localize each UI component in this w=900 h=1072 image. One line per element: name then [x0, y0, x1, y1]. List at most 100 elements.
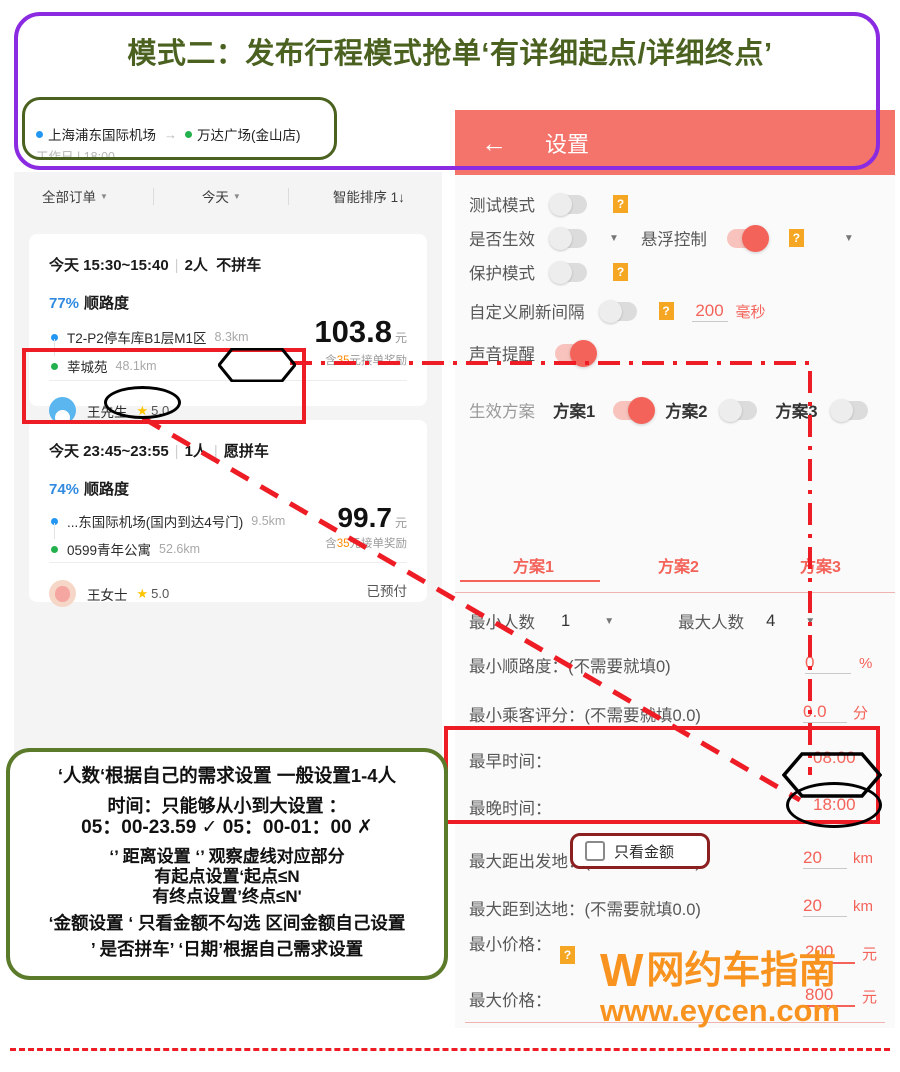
- max-dist-dest-value-row: 20 km: [803, 896, 873, 917]
- help-icon[interactable]: ?: [613, 263, 628, 281]
- trip-chip-row: 上海浦东国际机场 → 万达广场(金山店): [36, 124, 301, 144]
- earliest-time-input[interactable]: 08:00: [813, 748, 856, 768]
- setting-label: 最晚时间：: [469, 800, 552, 818]
- setting-label: 声音提醒: [469, 346, 535, 364]
- setting-row-min-rating: 最小乘客评分：(不需要就填0.0): [469, 702, 701, 726]
- setting-label: 最大人数: [678, 614, 745, 632]
- back-arrow-icon[interactable]: ←: [481, 130, 507, 156]
- min-match-input[interactable]: 0: [805, 653, 851, 674]
- order-card[interactable]: 今天 15:30~15:40 | 2人 不拼车 77% 顺路度 T2-P2停车库B1层…: [29, 234, 427, 424]
- trip-destination: 万达广场(金山店): [197, 128, 301, 143]
- checkbox-unchecked-icon[interactable]: [585, 841, 605, 861]
- min-price-unit: 元: [862, 945, 878, 963]
- watermark-row: W 网约车指南: [600, 947, 840, 993]
- tab-plan-1[interactable]: 方案1: [513, 553, 554, 577]
- toggle-float-control[interactable]: [726, 224, 769, 252]
- plan2-label: 方案2: [665, 403, 708, 421]
- note-line: 有终点设置’终点≤N': [152, 887, 302, 907]
- page-title-heading: 模式二：发布行程模式抢单‘有详细起点/详细终点’: [127, 38, 773, 70]
- order-match-pct: 77%: [49, 295, 80, 312]
- chevron-down-icon[interactable]: ▼: [609, 233, 619, 244]
- min-rating-value-row: 0.0 分: [803, 702, 868, 723]
- settings-app-header: ← 设置: [455, 110, 895, 175]
- chevron-down-icon[interactable]: ▼: [805, 616, 815, 627]
- plan3-label: 方案3: [775, 403, 818, 421]
- order-sep: |: [213, 443, 218, 460]
- plan-tabs: 方案1 方案2 方案3: [455, 553, 895, 593]
- note-line: 时间：只能够从小到大设置 ：: [107, 795, 347, 816]
- setting-label: 最早时间：: [469, 753, 552, 771]
- setting-label: 是否生效: [469, 231, 535, 249]
- toggle-plan-3[interactable]: [829, 398, 868, 422]
- filter-all-orders[interactable]: 全部订单 ▼: [42, 186, 108, 206]
- order-bonus-amount: 35: [336, 355, 350, 367]
- order-people: 1人: [184, 443, 208, 460]
- order-origin-row: ...东国际机场(国内到达4号门) 9.5km: [51, 511, 285, 531]
- filter-smart-sort-label: 智能排序 1↓: [332, 190, 405, 205]
- setting-label: 保护模式: [469, 265, 535, 283]
- min-people-value[interactable]: 1: [561, 612, 570, 631]
- settings-panel: ← 设置 测试模式 ? 是否生效 ▼ 悬浮控制 ? ▼ 保护模式 ? 自定义刷新…: [455, 110, 895, 1028]
- order-bonus-post: 元接单奖励: [349, 538, 408, 550]
- order-dest-distance: 52.6km: [159, 542, 201, 556]
- filter-today[interactable]: 今天 ▼: [202, 186, 241, 206]
- filter-divider: [152, 187, 154, 205]
- order-bonus-amount: 35: [336, 538, 350, 550]
- setting-label: 生效方案: [469, 403, 535, 421]
- setting-row-max-dist-dest: 最大距到达地：(不需要就填0.0): [469, 896, 701, 920]
- chevron-down-icon[interactable]: ▼: [844, 233, 854, 244]
- dest-dot-icon: [51, 545, 58, 553]
- setting-row-test-mode: 测试模式 ?: [469, 192, 628, 216]
- order-dest-distance: 48.1km: [115, 359, 157, 373]
- order-price: 103.8 元: [314, 314, 407, 350]
- min-rating-input[interactable]: 0.0: [803, 702, 847, 723]
- setting-row-active-plan: 生效方案 方案1 方案2 方案3: [469, 396, 868, 424]
- trip-origin: 上海浦东国际机场: [48, 128, 156, 143]
- setting-label: 悬浮控制: [640, 231, 707, 249]
- filter-today-label: 今天: [201, 190, 229, 205]
- chevron-down-icon: ▼: [232, 191, 241, 201]
- setting-row-min-people: 最小人数 1 ▼ 最大人数 4 ▼: [469, 609, 815, 633]
- order-card[interactable]: 今天 23:45~23:55 | 1人 | 愿拼车 74% 顺路度 ...东国际机场(国内…: [29, 420, 427, 607]
- order-people: 2人: [184, 257, 208, 274]
- help-icon[interactable]: ?: [560, 946, 575, 964]
- max-dist-origin-input[interactable]: 20: [803, 848, 847, 869]
- refresh-interval-input[interactable]: 200: [691, 301, 728, 322]
- toggle-protect-mode[interactable]: [549, 260, 587, 284]
- filter-smart-sort[interactable]: 智能排序 1↓: [333, 186, 405, 206]
- setting-row-max-price: 最大价格：: [469, 987, 552, 1011]
- order-filter-bar: 全部订单 ▼ 今天 ▼ 智能排序 1↓: [14, 172, 442, 220]
- plan1-label: 方案1: [553, 403, 596, 421]
- help-icon[interactable]: ?: [788, 229, 804, 247]
- origin-dot-icon: [36, 130, 43, 138]
- order-pool-type: 愿拼车: [223, 443, 269, 460]
- help-icon[interactable]: ?: [658, 302, 674, 320]
- order-bonus: 含35元接单奖励: [325, 535, 407, 551]
- order-bonus: 含35元接单奖励: [325, 352, 407, 368]
- bottom-dashed-separator: [10, 1048, 890, 1051]
- avatar: [49, 580, 76, 607]
- tab-plan-3[interactable]: 方案3: [800, 553, 841, 577]
- order-user-row: 王女士 ★ 5.0: [49, 580, 169, 607]
- max-people-value[interactable]: 4: [766, 612, 775, 631]
- toggle-plan-1[interactable]: [613, 396, 656, 424]
- only-amount-callout[interactable]: 只看金额: [570, 833, 710, 869]
- note-line: ’ 是否拼车’ ‘日期’根据自己需求设置: [90, 938, 364, 959]
- toggle-test-mode[interactable]: [549, 192, 587, 216]
- setting-row-min-match: 最小顺路度：(不需要就填0): [469, 653, 671, 677]
- latest-time-input[interactable]: 18:00: [813, 795, 856, 815]
- toggle-enabled[interactable]: [549, 226, 587, 250]
- toggle-refresh-interval[interactable]: [598, 299, 637, 323]
- notes-callout: ‘人数‘根据自己的需求设置 一般设置1-4人 时间：只能够从小到大设置 ： 05…: [6, 748, 448, 980]
- chevron-down-icon[interactable]: ▼: [604, 616, 614, 627]
- setting-row-enabled: 是否生效 ▼ 悬浮控制 ? ▼: [469, 224, 854, 252]
- order-bonus-pre: 含: [325, 355, 337, 367]
- order-time-row: 今天 23:45~23:55 | 1人 | 愿拼车: [49, 440, 269, 461]
- order-user-name: 王女士: [87, 587, 128, 603]
- toggle-sound-alert[interactable]: [555, 339, 597, 367]
- help-icon[interactable]: ?: [613, 195, 628, 213]
- route-connector: [54, 523, 55, 539]
- max-dist-dest-input[interactable]: 20: [803, 896, 847, 917]
- toggle-plan-2[interactable]: [719, 398, 758, 422]
- tab-plan-2[interactable]: 方案2: [658, 553, 699, 577]
